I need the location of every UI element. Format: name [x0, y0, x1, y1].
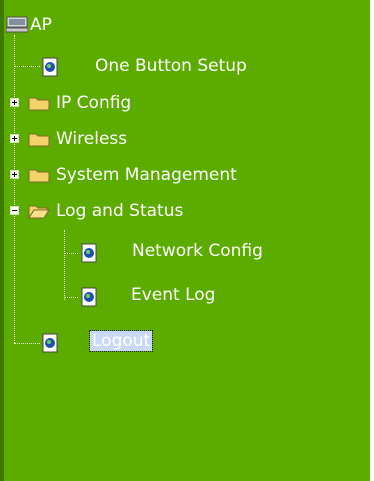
folder-icon	[28, 169, 50, 183]
tree-branch	[64, 253, 78, 254]
expand-plus-icon[interactable]	[10, 134, 19, 143]
tree-guide-line	[64, 230, 65, 300]
tree-branch	[14, 66, 40, 67]
tree-item-logout[interactable]: Logout	[88, 330, 154, 352]
folder-icon	[28, 133, 50, 147]
tree-guide-line	[14, 35, 15, 343]
folder-icon	[28, 97, 50, 111]
tree-item-one-button-setup[interactable]: One Button Setup	[95, 56, 247, 76]
panel-edge	[0, 0, 4, 481]
navigation-tree: AP One Button Setup IP Config Wireless S…	[0, 0, 374, 481]
tree-item-network-config[interactable]: Network Config	[132, 241, 263, 261]
selected-label[interactable]: Logout	[88, 330, 154, 352]
expand-plus-icon[interactable]	[10, 98, 19, 107]
tree-item-log-and-status[interactable]: Log and Status	[56, 201, 183, 221]
page-icon	[81, 287, 97, 307]
page-icon	[42, 57, 58, 77]
tree-item-wireless[interactable]: Wireless	[56, 129, 127, 149]
page-icon	[81, 243, 97, 263]
tree-root-ap[interactable]: AP	[30, 15, 52, 35]
tree-branch	[14, 343, 40, 344]
computer-icon	[6, 16, 28, 33]
tree-item-system-management[interactable]: System Management	[56, 165, 237, 185]
collapse-minus-icon[interactable]	[10, 206, 19, 215]
tree-item-event-log[interactable]: Event Log	[131, 285, 215, 305]
tree-branch	[64, 297, 78, 298]
expand-plus-icon[interactable]	[10, 170, 19, 179]
page-icon	[42, 333, 58, 353]
tree-item-ip-config[interactable]: IP Config	[56, 93, 131, 113]
open-folder-icon	[28, 205, 50, 219]
